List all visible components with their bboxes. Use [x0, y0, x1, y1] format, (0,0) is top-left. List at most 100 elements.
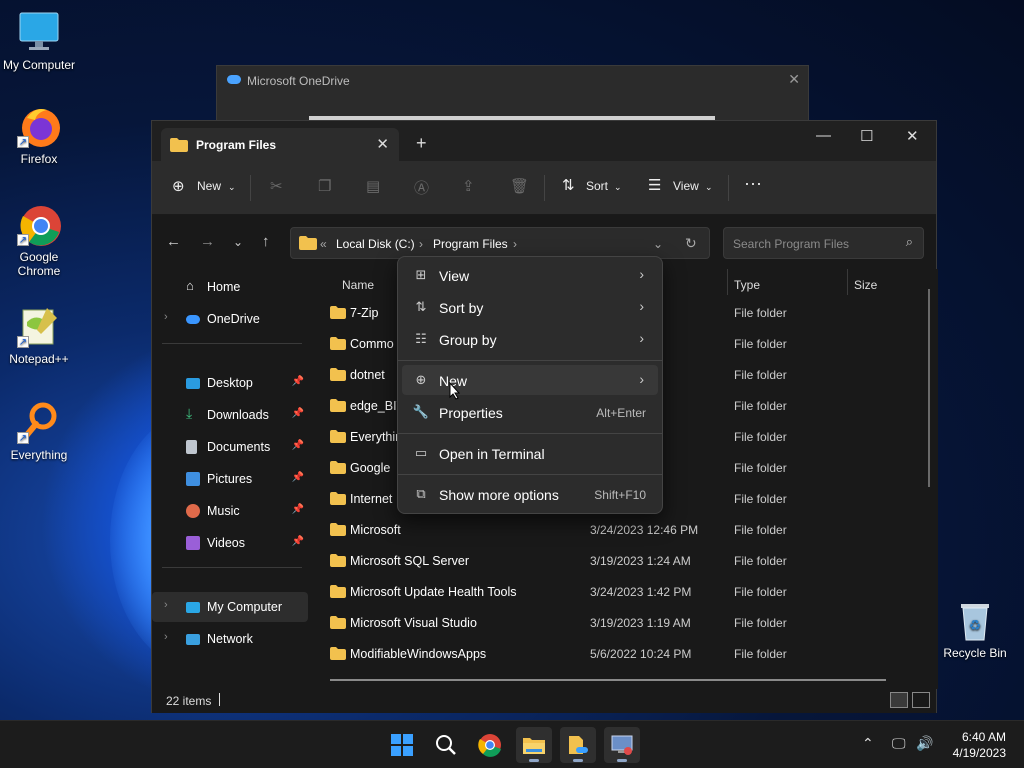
- menu-item-group-by[interactable]: ☷ Group by ›: [402, 324, 658, 354]
- cut-icon[interactable]: ✂: [270, 177, 283, 195]
- pin-icon[interactable]: 📌: [292, 504, 304, 515]
- address-dropdown-icon[interactable]: ⌄: [653, 237, 663, 251]
- delete-icon[interactable]: 🗑: [510, 177, 529, 195]
- menu-item-show-more-options[interactable]: ⧉ Show more options Shift+F10: [402, 479, 658, 509]
- desktop-icon-notepadpp[interactable]: ↗ Notepad++: [0, 304, 78, 366]
- list-icon: ☷: [415, 331, 427, 346]
- desktop-icon-everything[interactable]: ↗ Everything: [0, 400, 78, 462]
- file-name: Microsoft Update Health Tools: [350, 585, 517, 599]
- chevron-right-icon: ›: [639, 298, 644, 314]
- pin-icon[interactable]: 📌: [292, 376, 304, 387]
- column-header-name[interactable]: Name: [342, 278, 374, 292]
- shortcut-arrow-icon: ↗: [17, 432, 29, 444]
- desktop-icon-label: Google Chrome: [17, 250, 61, 278]
- pin-icon[interactable]: 📌: [292, 536, 304, 547]
- volume-icon[interactable]: 🔊: [916, 735, 933, 752]
- taskbar-chrome[interactable]: [472, 727, 508, 763]
- chevron-right-icon[interactable]: ›: [164, 631, 168, 643]
- tab-program-files[interactable]: Program Files ✕: [161, 128, 399, 161]
- file-name: Microsoft Visual Studio: [350, 616, 477, 630]
- recent-chevron-icon[interactable]: ⌄: [233, 235, 243, 249]
- start-button[interactable]: [384, 727, 420, 763]
- network-status-icon[interactable]: 🖵: [892, 735, 906, 752]
- menu-item-new[interactable]: ⊕ New ›: [402, 365, 658, 395]
- sidebar-item-documents[interactable]: Documents 📌: [152, 432, 308, 462]
- chevron-right-icon[interactable]: ›: [164, 311, 168, 323]
- sidebar-item-pictures[interactable]: Pictures 📌: [152, 464, 308, 494]
- pin-icon[interactable]: 📌: [292, 408, 304, 419]
- horizontal-scrollbar[interactable]: [330, 679, 886, 681]
- desktop-icon-firefox[interactable]: ↗ Firefox: [0, 104, 78, 166]
- taskbar-file-explorer[interactable]: [516, 727, 552, 763]
- menu-item-properties[interactable]: 🔧 Properties Alt+Enter: [402, 397, 658, 427]
- desktop-icon-chrome[interactable]: ↗ Google Chrome: [0, 202, 78, 278]
- new-plus-icon: ⊕: [415, 372, 427, 387]
- file-name: Everythin: [350, 430, 403, 444]
- paste-icon[interactable]: ▤: [366, 177, 380, 195]
- up-arrow-icon[interactable]: ↑: [262, 233, 270, 250]
- pin-icon[interactable]: 📌: [292, 472, 304, 483]
- sidebar-item-home[interactable]: ⌂ Home: [152, 272, 308, 302]
- sidebar-item-network[interactable]: › Network: [152, 624, 308, 654]
- taskbar-remote-app[interactable]: [604, 727, 640, 763]
- sidebar-item-videos[interactable]: Videos 📌: [152, 528, 308, 558]
- sidebar-item-desktop[interactable]: Desktop 📌: [152, 368, 308, 398]
- vertical-scrollbar[interactable]: [928, 289, 930, 487]
- system-clock[interactable]: 6:40 AM 4/19/2023: [953, 729, 1006, 761]
- sort-button[interactable]: Sort: [586, 179, 608, 193]
- column-divider[interactable]: [727, 269, 728, 295]
- taskbar-search-button[interactable]: [428, 727, 464, 763]
- sort-icon: ⇅: [415, 299, 427, 314]
- folder-icon: [523, 738, 545, 754]
- svg-text:♻: ♻: [969, 618, 982, 634]
- show-hidden-icons-chevron-icon[interactable]: ⌃: [862, 735, 874, 752]
- desktop-icon-my-computer[interactable]: My Computer: [0, 10, 78, 72]
- breadcrumb-program-files[interactable]: Program Files: [433, 237, 508, 251]
- folder-icon: [330, 585, 346, 601]
- desktop-icon-recycle-bin[interactable]: ♻ Recycle Bin: [940, 598, 1010, 660]
- onedrive-close-button[interactable]: ✕: [788, 71, 800, 88]
- breadcrumb-local-disk[interactable]: Local Disk (C:): [336, 237, 415, 251]
- table-row[interactable]: ModifiableWindowsApps 5/6/2022 10:24 PM Fi…: [312, 638, 912, 669]
- details-view-button[interactable]: [890, 692, 908, 708]
- back-arrow-icon[interactable]: ←: [166, 233, 181, 250]
- pin-icon[interactable]: 📌: [292, 440, 304, 451]
- table-row[interactable]: Microsoft Update Health Tools 3/24/2023 1…: [312, 576, 912, 607]
- menu-item-view[interactable]: ⊞ View ›: [402, 260, 658, 290]
- column-header-type[interactable]: Type: [734, 278, 760, 292]
- sidebar-divider: [162, 343, 302, 344]
- sidebar-item-onedrive[interactable]: › OneDrive: [152, 304, 308, 334]
- copy-icon[interactable]: ❐: [318, 177, 331, 195]
- table-row[interactable]: Microsoft Visual Studio 3/19/2023 1:19 AM…: [312, 607, 912, 638]
- view-button[interactable]: View: [673, 179, 699, 193]
- title-bar: Program Files ✕ + — ☐ ✕: [152, 121, 936, 161]
- rename-icon[interactable]: Ⓐ: [414, 177, 429, 198]
- share-icon[interactable]: ⇪: [462, 177, 475, 195]
- table-row[interactable]: Microsoft SQL Server 3/19/2023 1:24 AM Fil…: [312, 545, 912, 576]
- sidebar-item-my-computer[interactable]: › My Computer: [152, 592, 308, 622]
- tab-close-button[interactable]: ✕: [376, 135, 389, 153]
- sidebar-item-music[interactable]: Music 📌: [152, 496, 308, 526]
- new-button[interactable]: New: [197, 179, 221, 193]
- tiles-view-button[interactable]: [912, 692, 930, 708]
- sidebar-item-downloads[interactable]: ⤓ Downloads 📌: [152, 400, 308, 430]
- maximize-button[interactable]: ☐: [860, 127, 873, 145]
- menu-item-open-terminal[interactable]: ▭ Open in Terminal: [402, 438, 658, 468]
- column-header-size[interactable]: Size: [854, 278, 877, 292]
- search-box[interactable]: Search Program Files ⌕: [723, 227, 924, 259]
- forward-arrow-icon[interactable]: →: [200, 233, 215, 250]
- menu-item-sort-by[interactable]: ⇅ Sort by ›: [402, 292, 658, 322]
- chevron-right-icon[interactable]: ›: [164, 599, 168, 611]
- refresh-icon[interactable]: ↻: [685, 235, 697, 252]
- taskbar-onedrive-setup[interactable]: [560, 727, 596, 763]
- table-row[interactable]: Microsoft 3/24/2023 12:46 PM File folder: [312, 514, 912, 545]
- home-icon: ⌂: [186, 278, 194, 293]
- breadcrumb-overflow[interactable]: «: [320, 237, 327, 251]
- new-tab-button[interactable]: +: [416, 133, 427, 154]
- address-bar[interactable]: « Local Disk (C:) › Program Files › ⌄ ↻: [290, 227, 710, 259]
- more-options-icon[interactable]: ···: [744, 173, 762, 194]
- close-window-button[interactable]: ✕: [906, 127, 919, 145]
- column-divider[interactable]: [847, 269, 848, 295]
- menu-divider: [398, 360, 662, 361]
- minimize-button[interactable]: —: [816, 127, 831, 144]
